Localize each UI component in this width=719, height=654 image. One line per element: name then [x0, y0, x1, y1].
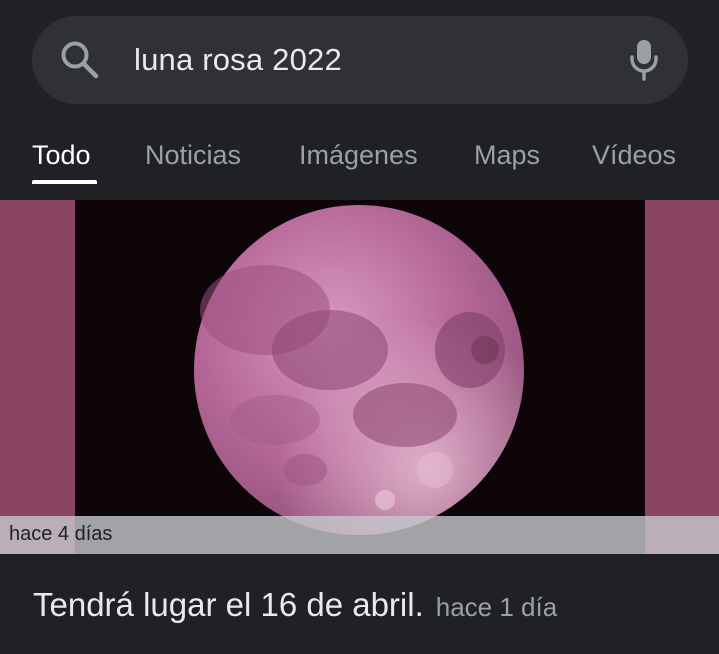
search-bar[interactable]: luna rosa 2022: [32, 16, 688, 104]
result-image[interactable]: hace 4 días: [0, 200, 719, 554]
search-icon[interactable]: [58, 38, 102, 82]
tab-todo[interactable]: Todo: [32, 120, 91, 200]
tab-videos[interactable]: Vídeos: [592, 120, 676, 200]
pink-moon-image: [194, 205, 524, 535]
tab-imagenes[interactable]: Imágenes: [299, 120, 418, 200]
search-tabs: Todo Noticias Imágenes Maps Vídeos: [0, 120, 719, 200]
image-time-strip: hace 4 días: [0, 516, 719, 554]
mic-icon[interactable]: [628, 38, 660, 82]
search-header: luna rosa 2022: [0, 0, 719, 120]
snippet-time: hace 1 día: [435, 592, 558, 622]
result-snippet[interactable]: Tendrá lugar el 16 de abril. hace 1 día: [33, 586, 557, 624]
tab-noticias[interactable]: Noticias: [145, 120, 241, 200]
image-time-label: hace 4 días: [9, 523, 113, 545]
snippet-text: Tendrá lugar el 16 de abril.: [33, 586, 424, 623]
moon-photo: [75, 200, 645, 554]
search-input[interactable]: luna rosa 2022: [134, 16, 342, 104]
image-side-band-left: [0, 200, 75, 554]
active-tab-indicator: [32, 180, 97, 184]
tab-maps[interactable]: Maps: [474, 120, 540, 200]
image-side-band-right: [645, 200, 719, 554]
